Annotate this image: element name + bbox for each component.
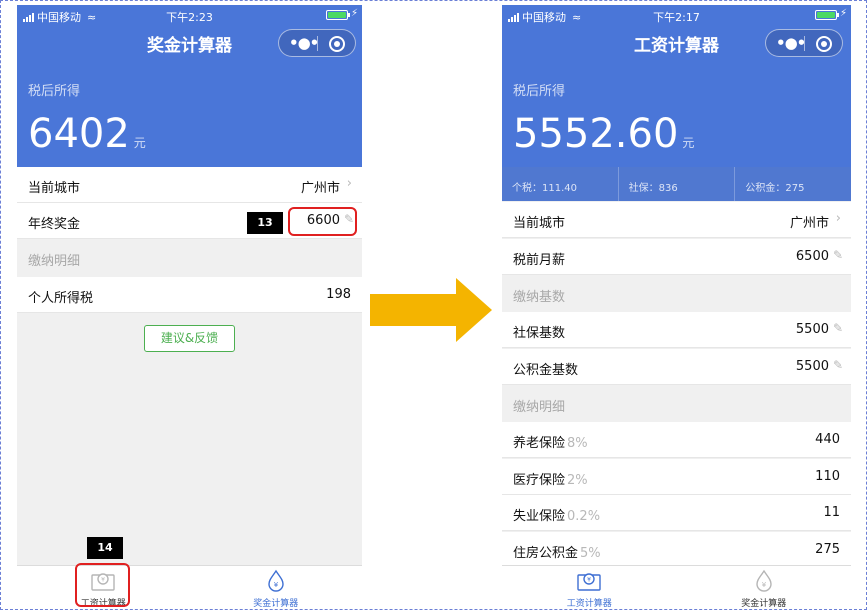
pretax-salary-label: 税前月薪 — [513, 253, 566, 268]
capsule-divider — [804, 36, 805, 51]
housing-fund-row: 住房公积金 5% 275 — [502, 532, 851, 568]
status-bar: 中国移动 ≈ 下午2:17 ⚡ — [502, 5, 851, 25]
annotation-13: 13 — [247, 212, 283, 234]
salary-calculator-screen: 中国移动 ≈ 下午2:17 ⚡ 工资计算器 •●• 税后所得 5552.60 元 … — [502, 5, 851, 607]
tab-bonus-label: 奖金计算器 — [741, 599, 787, 607]
more-icon[interactable]: •●• — [776, 34, 806, 52]
charging-icon: ⚡ — [350, 8, 358, 19]
unemployment-label: 失业保险 0.2% — [513, 505, 600, 524]
deduction-tax: 个税：111.40 — [502, 167, 619, 201]
tab-bonus-calculator[interactable]: ¥ 奖金计算器 — [677, 566, 852, 607]
deduction-fund: 公积金：275 — [745, 183, 805, 194]
pension-label: 养老保险 8% — [513, 432, 588, 451]
battery-icon — [815, 10, 839, 20]
tab-salary-calculator[interactable]: ¥ 工资计算器 — [502, 566, 677, 607]
city-row[interactable]: 当前城市 广州市 › — [502, 202, 851, 238]
deduction-summary-bar: 个税：111.40 社保：836 公积金：275 — [502, 167, 851, 201]
currency-unit: 元 — [682, 136, 695, 150]
after-tax-label: 税后所得 — [513, 84, 566, 99]
after-tax-value: 6402 — [28, 111, 130, 157]
social-base-row[interactable]: 社保基数 5500 ✎ — [502, 312, 851, 348]
medical-name: 医疗保险 — [513, 473, 566, 488]
mini-program-capsule: •●• — [278, 29, 356, 57]
pension-rate: 8% — [567, 436, 588, 451]
tab-bar: ¥ 工资计算器 ¥ 奖金计算器 — [17, 565, 362, 607]
housing-fund-rate: 5% — [580, 546, 601, 561]
status-bar: 中国移动 ≈ 下午2:23 ⚡ — [17, 5, 362, 25]
status-time: 下午2:17 — [653, 11, 700, 24]
chevron-right-icon: › — [346, 176, 352, 191]
unemployment-value: 11 — [823, 505, 840, 520]
bonus-calculator-screen: 中国移动 ≈ 下午2:23 ⚡ 奖金计算器 •●• 税后所得 6402 元 当前城… — [17, 5, 362, 607]
currency-unit: 元 — [133, 136, 146, 150]
pretax-salary-row[interactable]: 税前月薪 6500 ✎ — [502, 239, 851, 275]
social-base-label: 社保基数 — [513, 326, 566, 341]
fund-base-input[interactable]: 5500 — [796, 359, 829, 374]
annotation-14: 14 — [87, 537, 123, 559]
pretax-salary-input[interactable]: 6500 — [796, 249, 829, 264]
social-base-input[interactable]: 5500 — [796, 322, 829, 337]
tab-bonus-label: 奖金计算器 — [253, 599, 299, 607]
money-drop-icon: ¥ — [268, 569, 284, 592]
close-target-icon[interactable] — [816, 36, 832, 52]
pencil-icon[interactable]: ✎ — [833, 321, 843, 335]
base-section-header: 缴纳基数 — [502, 276, 851, 312]
svg-text:¥: ¥ — [587, 577, 591, 584]
tab-bonus-calculator[interactable]: ¥ 奖金计算器 — [190, 566, 363, 607]
salary-tab-highlight-box — [75, 563, 130, 607]
medical-label: 医疗保险 2% — [513, 469, 588, 488]
unemployment-name: 失业保险 — [513, 509, 566, 524]
money-drop-icon: ¥ — [756, 569, 772, 592]
fund-base-label: 公积金基数 — [513, 363, 579, 378]
medical-row: 医疗保险 2% 110 — [502, 459, 851, 495]
income-tax-label: 个人所得税 — [28, 291, 94, 306]
pension-name: 养老保险 — [513, 436, 566, 451]
unemployment-row: 失业保险 0.2% 11 — [502, 495, 851, 531]
income-tax-row: 个人所得税 198 — [17, 277, 362, 313]
city-value: 广州市 — [789, 216, 829, 231]
housing-fund-label: 住房公积金 5% — [513, 542, 601, 561]
bonus-highlight-box — [288, 207, 357, 236]
city-label: 当前城市 — [513, 216, 566, 231]
fund-base-row[interactable]: 公积金基数 5500 ✎ — [502, 349, 851, 385]
deduction-social: 社保：836 — [619, 167, 736, 201]
transition-arrow-icon — [370, 278, 492, 342]
housing-fund-value: 275 — [815, 542, 840, 557]
more-icon[interactable]: •●• — [289, 34, 319, 52]
chevron-right-icon: › — [835, 211, 841, 226]
battery-icon — [326, 10, 350, 20]
status-time: 下午2:23 — [166, 11, 213, 24]
mini-program-capsule: •●• — [765, 29, 843, 57]
medical-value: 110 — [815, 469, 840, 484]
svg-text:¥: ¥ — [762, 581, 767, 589]
close-target-icon[interactable] — [329, 36, 345, 52]
after-tax-value: 5552.60 — [513, 111, 679, 157]
capsule-divider — [317, 36, 318, 51]
pension-value: 440 — [815, 432, 840, 447]
after-tax-label: 税后所得 — [28, 84, 81, 99]
pencil-icon[interactable]: ✎ — [833, 358, 843, 372]
city-value: 广州市 — [300, 181, 340, 196]
city-row[interactable]: 当前城市 广州市 › — [17, 167, 362, 203]
bonus-label: 年终奖金 — [28, 217, 81, 232]
charging-icon: ⚡ — [839, 8, 847, 19]
pension-row: 养老保险 8% 440 — [502, 422, 851, 458]
housing-fund-name: 住房公积金 — [513, 546, 579, 561]
income-tax-value: 198 — [326, 287, 351, 302]
after-tax-amount: 5552.60 元 — [513, 109, 694, 168]
tab-salary-label: 工资计算器 — [566, 599, 612, 607]
after-tax-amount: 6402 元 — [28, 109, 146, 168]
medical-rate: 2% — [567, 473, 588, 488]
detail-section-header: 缴纳明细 — [502, 386, 851, 422]
pencil-icon[interactable]: ✎ — [833, 248, 843, 262]
detail-section-header: 缴纳明细 — [17, 240, 362, 276]
tab-bar: ¥ 工资计算器 ¥ 奖金计算器 — [502, 565, 851, 607]
salary-card-icon: ¥ — [577, 573, 601, 591]
svg-text:¥: ¥ — [274, 581, 279, 589]
feedback-button[interactable]: 建议&反馈 — [144, 325, 235, 352]
unemployment-rate: 0.2% — [567, 509, 601, 524]
city-label: 当前城市 — [28, 181, 81, 196]
